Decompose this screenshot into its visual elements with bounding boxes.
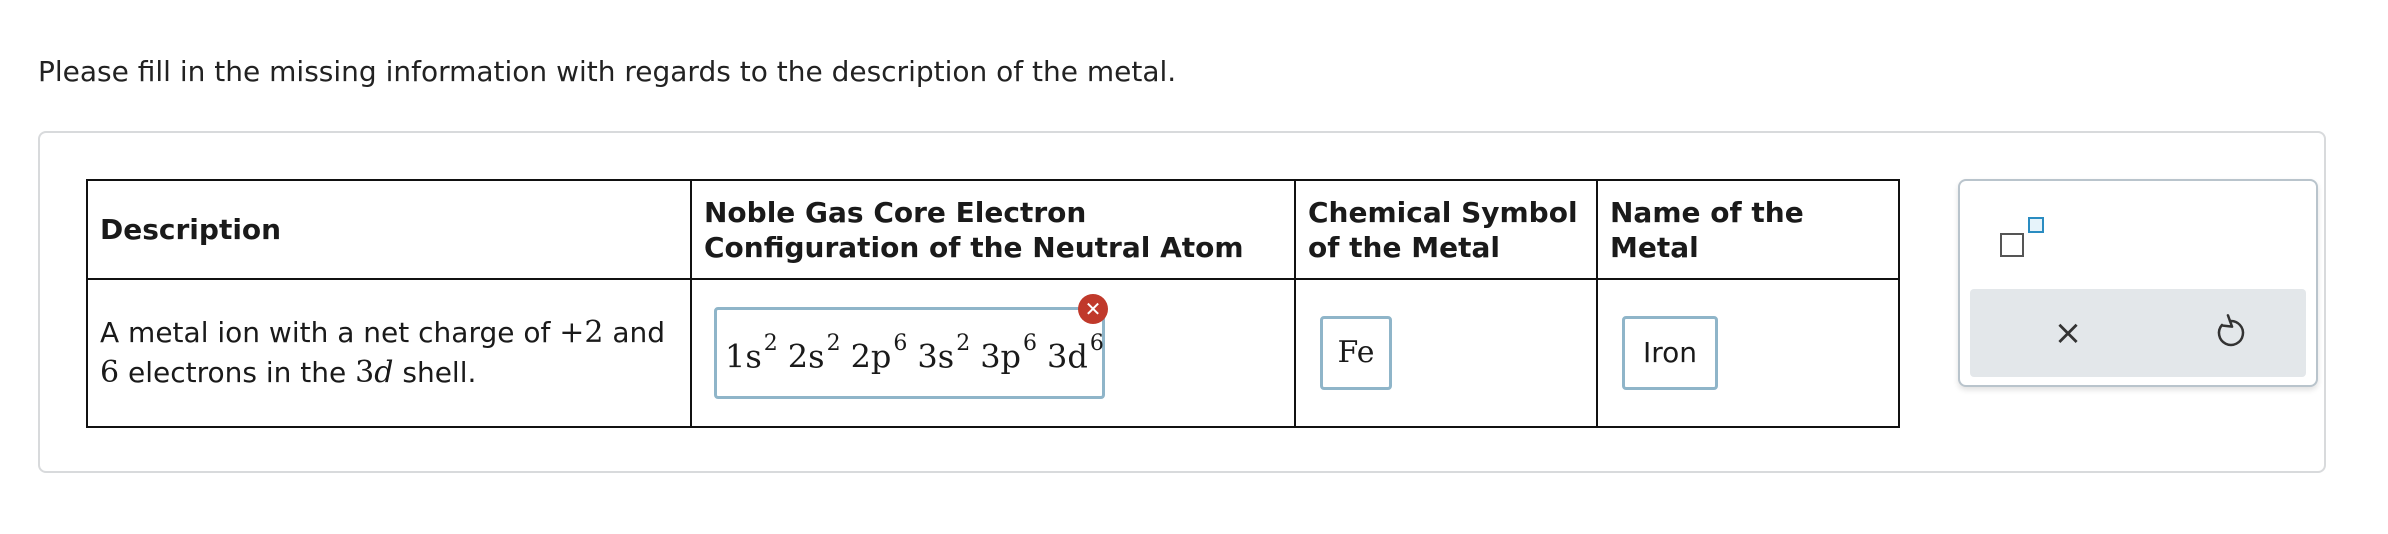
configuration-input[interactable]: 1s2 2s2 2p6 3s2 3p6 3d6 ✕ [714, 294, 1108, 399]
answer-table: Description Noble Gas Core Electron Conf… [86, 179, 1900, 428]
table-header-row: Description Noble Gas Core Electron Conf… [86, 179, 1900, 280]
orbital-term: 3d6 [1047, 330, 1104, 376]
name-input[interactable]: Iron [1622, 316, 1718, 390]
symbol-cell: Fe [1294, 278, 1598, 428]
symbol-input[interactable]: Fe [1320, 316, 1392, 390]
shell-letter: d [374, 355, 394, 390]
error-icon: ✕ [1078, 294, 1108, 324]
orbital-term: 3p6 [980, 330, 1038, 376]
electron-count: 6 [100, 355, 120, 390]
orbital-term: 3s2 [917, 330, 971, 376]
orbital-term: 2s2 [787, 330, 841, 376]
instruction-text: Please fill in the missing information w… [38, 55, 1177, 88]
table-row: A metal ion with a net charge of +2 and … [86, 278, 1900, 428]
configuration-cell: 1s2 2s2 2p6 3s2 3p6 3d6 ✕ [690, 278, 1296, 428]
superscript-icon[interactable] [2000, 215, 2048, 263]
toolbox-actions: × [1970, 289, 2306, 377]
shell-number: 3 [355, 355, 375, 390]
header-name: Name of the Metal [1596, 179, 1900, 280]
header-description: Description [86, 179, 692, 280]
orbital-term: 1s2 [725, 330, 778, 376]
math-toolbox: × [1958, 179, 2318, 387]
description-cell: A metal ion with a net charge of +2 and … [86, 278, 692, 428]
charge-value: +2 [559, 315, 604, 350]
clear-icon[interactable]: × [2046, 311, 2090, 355]
orbital-term: 2p6 [850, 330, 908, 376]
name-cell: Iron [1596, 278, 1900, 428]
header-symbol: Chemical Symbol of the Metal [1294, 179, 1598, 280]
header-configuration: Noble Gas Core Electron Configuration of… [690, 179, 1296, 280]
undo-icon[interactable] [2208, 311, 2252, 355]
